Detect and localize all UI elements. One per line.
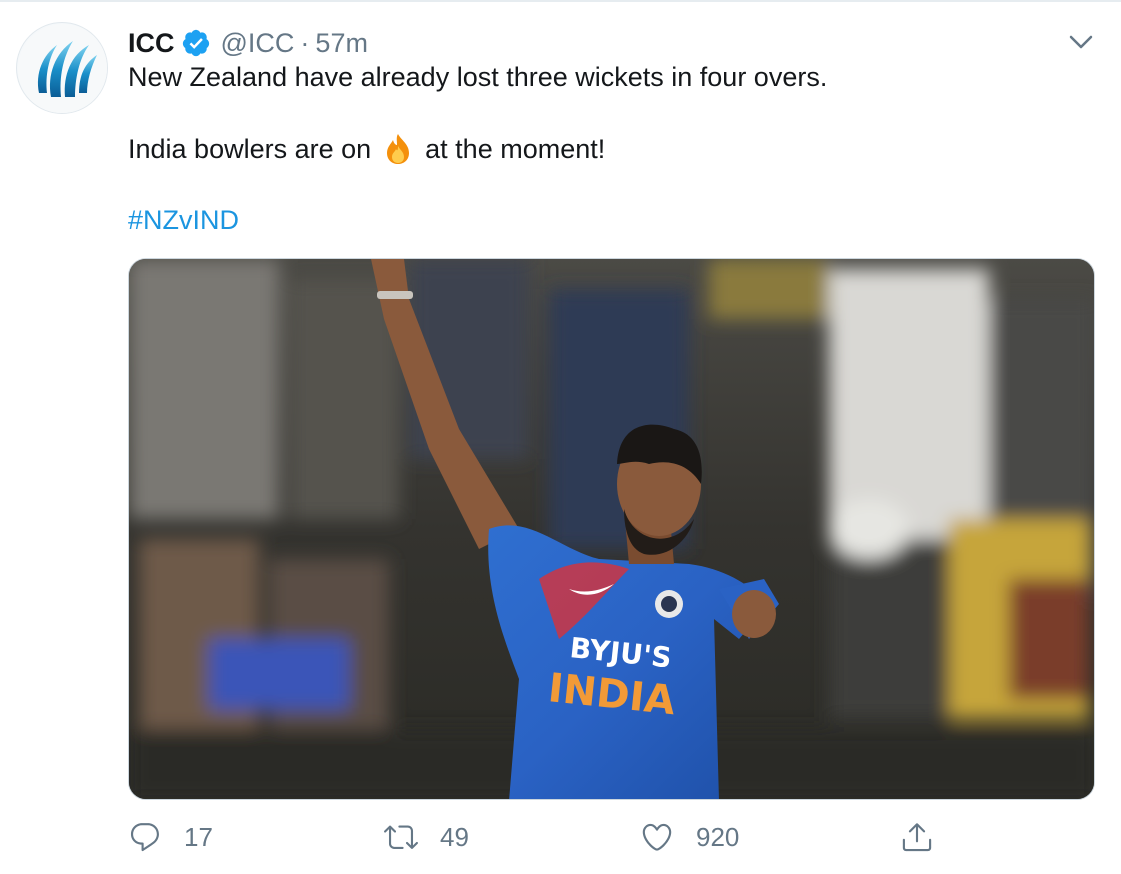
retweet-button[interactable]: 49 (384, 815, 469, 859)
share-icon (902, 823, 932, 852)
chevron-down-icon[interactable] (1066, 30, 1096, 54)
tweet-text-line1: New Zealand have already lost three wick… (128, 62, 828, 92)
retweet-icon (384, 825, 418, 849)
reply-count: 17 (184, 821, 213, 852)
reply-button[interactable]: 17 (128, 815, 213, 859)
like-count: 920 (696, 821, 740, 852)
verified-badge-icon (181, 28, 211, 58)
heart-icon (642, 823, 672, 851)
tweet-text-before-emoji: India bowlers are on (128, 134, 372, 164)
tweet[interactable]: ICC @ICC · 57m New Zealand have already … (0, 0, 1121, 874)
tweet-timestamp[interactable]: 57m (315, 28, 368, 59)
share-button[interactable] (900, 815, 934, 859)
separator-dot: · (300, 27, 310, 58)
hashtag-link[interactable]: #NZvIND (128, 203, 239, 237)
fire-emoji-icon (381, 132, 415, 166)
tweet-photo[interactable]: BYJU'S INDIA (128, 258, 1095, 800)
retweet-count: 49 (440, 821, 469, 852)
tweet-text-after-emoji: at the moment! (425, 134, 606, 164)
icc-logo-icon (18, 24, 107, 113)
author-name[interactable]: ICC (128, 28, 175, 59)
tweet-header: ICC @ICC · 57m (128, 26, 368, 60)
cricket-bowler-photo: BYJU'S INDIA (129, 259, 1094, 799)
avatar[interactable] (16, 22, 108, 114)
reply-icon (130, 823, 159, 852)
like-button[interactable]: 920 (640, 815, 739, 859)
tweet-actions: 17 49 920 (128, 815, 948, 859)
author-handle[interactable]: @ICC (221, 28, 295, 59)
tweet-text-line2: India bowlers are on at the moment! (128, 132, 605, 166)
